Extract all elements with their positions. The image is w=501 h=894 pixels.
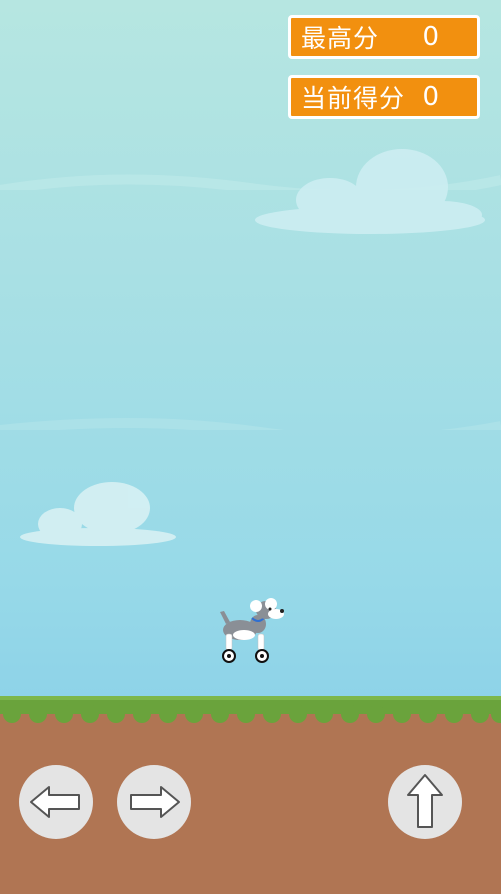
high-score-value: 0 <box>422 22 439 52</box>
move-left-button[interactable] <box>19 765 93 839</box>
move-right-button[interactable] <box>117 765 191 839</box>
grass-strip <box>0 696 501 723</box>
current-score-value: 0 <box>422 82 439 112</box>
arrow-up-icon <box>407 774 443 828</box>
arrow-right-icon <box>130 786 180 818</box>
jump-button[interactable] <box>388 765 462 839</box>
cloud <box>20 482 176 546</box>
sky-streak <box>0 417 501 430</box>
high-score-panel: 最高分 0 <box>288 15 480 59</box>
current-score-panel: 当前得分 0 <box>288 75 480 119</box>
game-stage[interactable]: 最高分 0 当前得分 0 <box>0 0 501 894</box>
arrow-left-icon <box>30 786 80 818</box>
dog-player <box>220 598 284 663</box>
cloud <box>255 149 485 234</box>
